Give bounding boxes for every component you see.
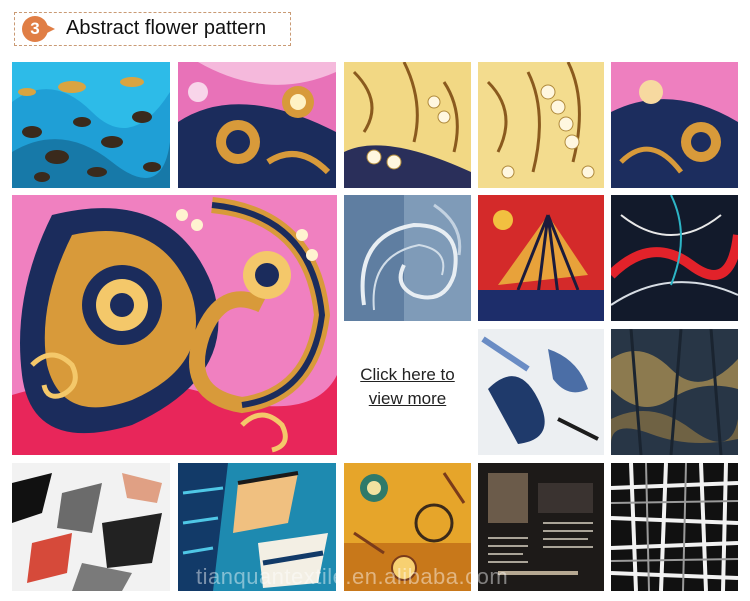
fabric-tile-newsprint[interactable] [478,463,604,591]
fabric-tile-paisley-pink-1[interactable] [178,62,336,188]
fabric-tile-paisley-pink-2[interactable] [611,62,738,188]
fabric-image [344,463,471,591]
section-number-badge: 3 [22,16,55,42]
fabric-tile-golden-circles[interactable] [344,463,471,591]
fabric-tile-ribbons-navy[interactable] [611,195,738,321]
view-more-panel[interactable]: Click here to view more [344,325,471,455]
fabric-tile-fans-red[interactable] [478,195,604,321]
fabric-tile-leopard-blue[interactable] [12,62,170,188]
fabric-image [344,195,471,321]
fabric-image [611,463,738,591]
fabric-image [12,463,170,591]
fabric-image [344,62,471,188]
fabric-tile-swirl-grey[interactable] [344,195,471,321]
fabric-image [12,62,170,188]
fabric-image [178,463,336,591]
section-title: Abstract flower pattern [66,17,267,39]
view-more-link-line2[interactable]: view more [369,389,446,409]
section-header: 3 Abstract flower pattern [14,12,291,46]
fabric-image [611,329,738,455]
fabric-image [478,329,604,455]
fabric-tile-ikat-teal[interactable] [178,463,336,591]
fabric-image [12,195,337,455]
view-more-link-line1[interactable]: Click here to [360,365,454,385]
fabric-image [478,62,604,188]
fabric-image [478,195,604,321]
fabric-tile-dark-texture[interactable] [611,329,738,455]
fabric-tile-brush-abstract[interactable] [478,329,604,455]
fabric-image [178,62,336,188]
fabric-tile-camo-abstract[interactable] [12,463,170,591]
fabric-tile-pearl-chain-1[interactable] [344,62,471,188]
fabric-image [478,463,604,591]
fabric-image [611,195,738,321]
fabric-tile-paisley-large[interactable] [12,195,337,455]
fabric-tile-pearl-chain-2[interactable] [478,62,604,188]
fabric-image [611,62,738,188]
fabric-tile-brush-plaid[interactable] [611,463,738,591]
